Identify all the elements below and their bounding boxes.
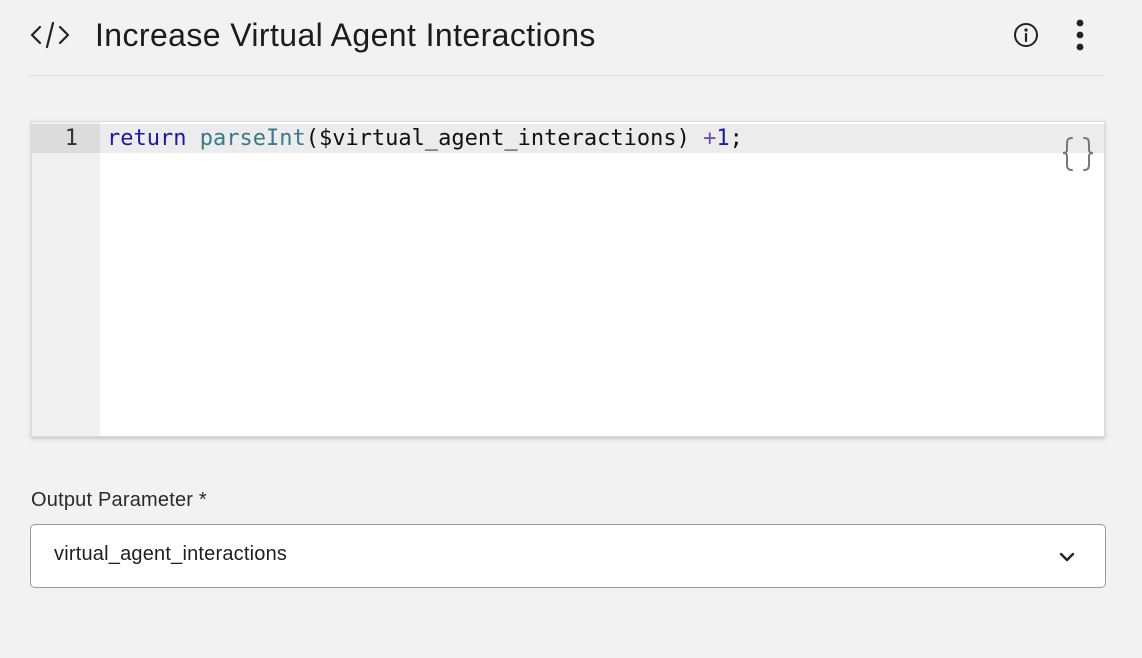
output-parameter-label: Output Parameter * <box>31 489 207 511</box>
format-code-button[interactable] <box>1060 136 1096 172</box>
code-token-terminator: ; <box>729 126 743 151</box>
code-icon <box>29 20 71 50</box>
code-token-function: parseInt <box>199 126 306 151</box>
code-token-operator: + <box>703 126 717 151</box>
more-options-button[interactable] <box>1069 18 1091 52</box>
output-parameter-value: virtual_agent_interactions <box>54 543 288 565</box>
code-node-panel: Increase Virtual Agent Interactions 1 re… <box>0 0 1142 658</box>
code-token-paren-close: ) <box>676 126 690 151</box>
curly-braces-icon <box>1060 137 1096 176</box>
code-line[interactable]: return parseInt($virtual_agent_interacti… <box>107 124 743 153</box>
chevron-down-icon <box>1057 547 1077 567</box>
output-parameter-select[interactable]: virtual_agent_interactions <box>30 524 1106 588</box>
code-token-paren-open: ( <box>305 126 319 151</box>
code-token-keyword: return <box>107 126 187 151</box>
code-editor[interactable]: 1 return parseInt($virtual_agent_interac… <box>31 121 1105 437</box>
code-token-number: 1 <box>716 126 730 151</box>
panel-header: Increase Virtual Agent Interactions <box>29 0 1105 76</box>
info-button[interactable] <box>1013 22 1039 48</box>
line-gutter <box>32 122 100 436</box>
info-icon <box>1013 23 1039 52</box>
code-token-variable: $virtual_agent_interactions <box>318 126 677 151</box>
line-number: 1 <box>64 126 78 151</box>
more-vertical-icon <box>1069 19 1091 56</box>
page-title: Increase Virtual Agent Interactions <box>95 17 596 53</box>
